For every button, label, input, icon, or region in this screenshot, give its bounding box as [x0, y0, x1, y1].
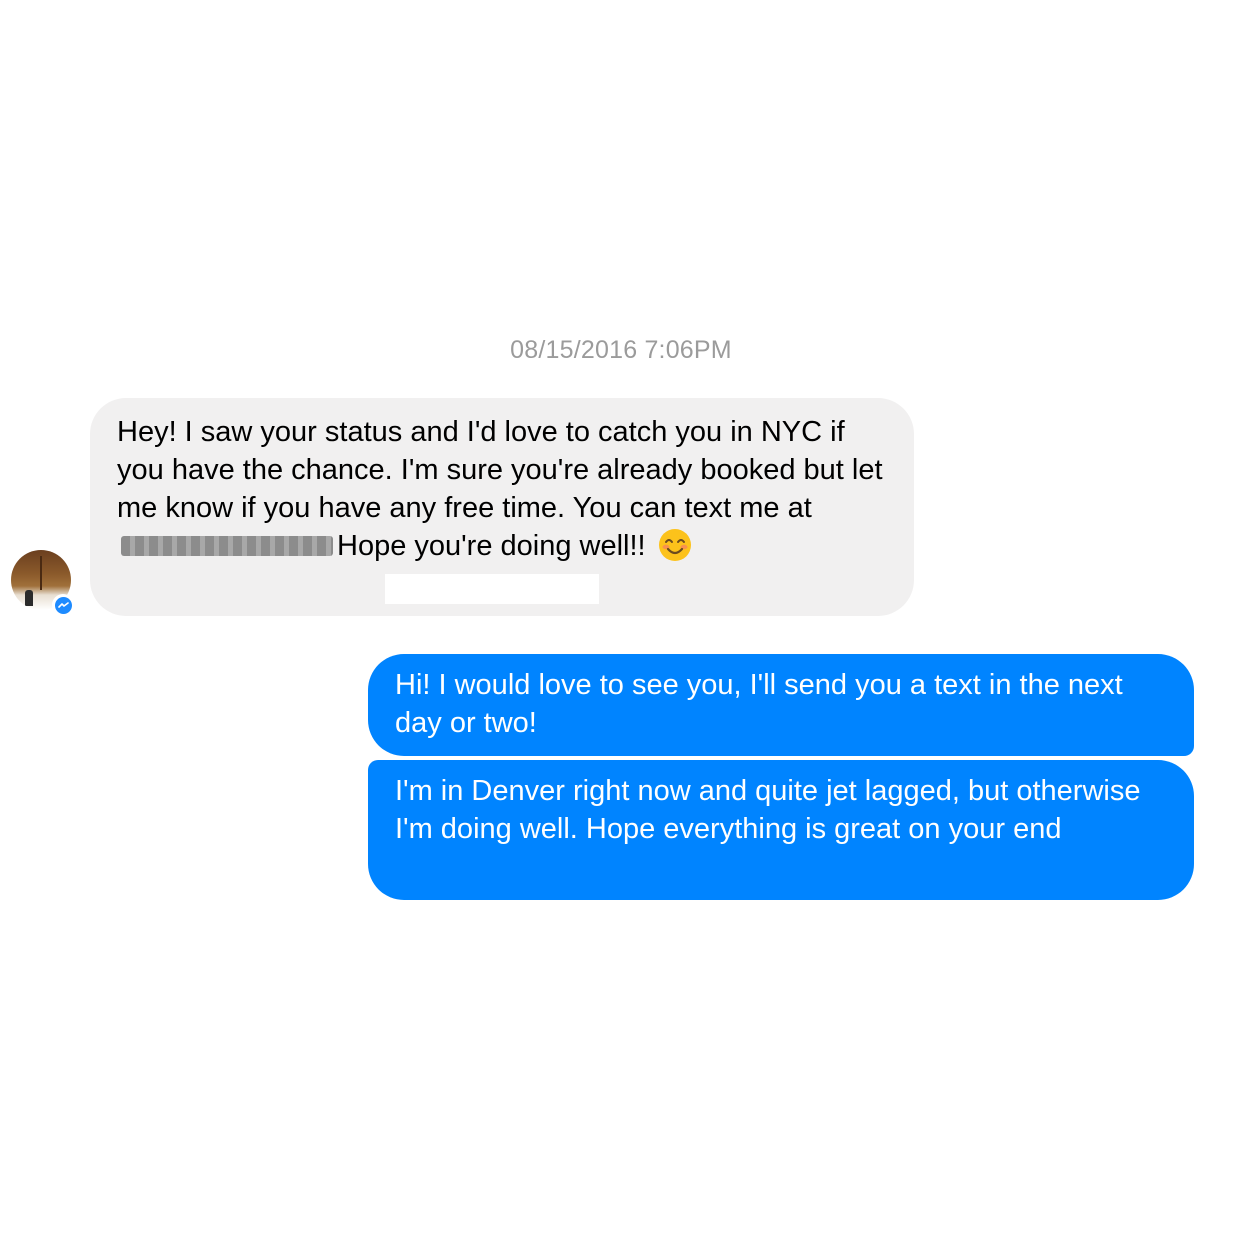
incoming-message-text: Hey! I saw your status and I'd love to c… [117, 416, 883, 524]
outgoing-message-bubble[interactable]: Hi! I would love to see you, I'll send y… [368, 654, 1194, 756]
messenger-bolt-icon [57, 601, 69, 608]
outgoing-message-bubble[interactable]: I'm in Denver right now and quite jet la… [368, 760, 1194, 900]
message-timestamp: 08/15/2016 7:06PM [510, 336, 732, 364]
avatar-photo-detail [40, 556, 42, 590]
outgoing-message-text: Hi! I would love to see you, I'll send y… [395, 669, 1123, 739]
outgoing-message-text: I'm in Denver right now and quite jet la… [395, 775, 1141, 845]
incoming-message-bubble[interactable]: Hey! I saw your status and I'd love to c… [90, 398, 914, 616]
incoming-message-row: Hey! I saw your status and I'd love to c… [0, 398, 1242, 618]
redaction-cover [385, 574, 599, 604]
avatar-photo-figure [25, 590, 33, 606]
redacted-phone-number [121, 536, 333, 556]
messenger-badge-circle [54, 596, 72, 614]
smiling-face-icon [658, 528, 692, 562]
incoming-message-text-continued: Hope you're doing well!! [337, 530, 646, 562]
messenger-icon [52, 594, 74, 616]
